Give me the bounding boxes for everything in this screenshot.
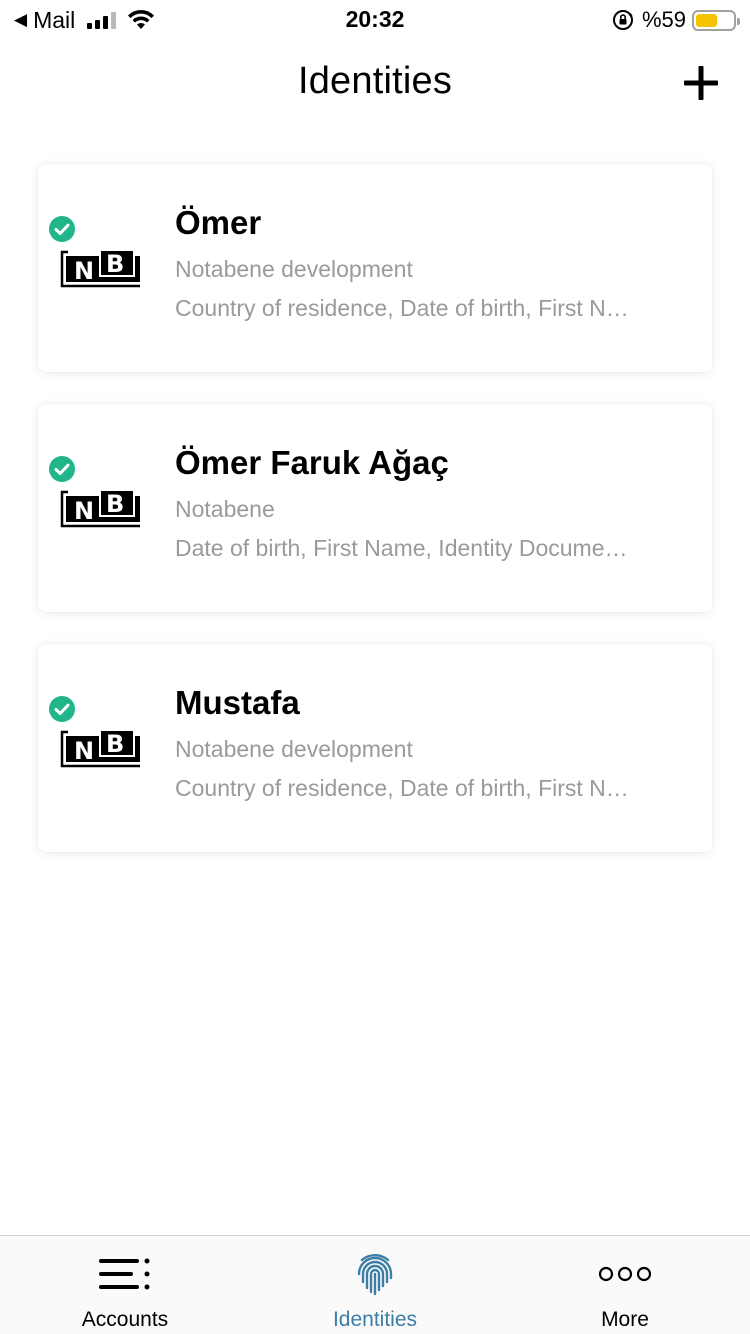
- page-title: Identities: [297, 60, 453, 102]
- add-identity-button[interactable]: [682, 64, 720, 102]
- status-bar-right: %59: [612, 6, 740, 34]
- rotation-lock-icon: [612, 10, 633, 30]
- verified-check-icon: [49, 696, 75, 722]
- plus-icon: [684, 66, 718, 100]
- svg-text:N: N: [74, 257, 94, 285]
- notabene-logo: N B: [60, 249, 140, 288]
- tab-label: Identities: [332, 1308, 418, 1331]
- battery-icon: [692, 9, 740, 31]
- svg-text:N: N: [74, 497, 94, 525]
- identity-organization: Notabene: [175, 496, 275, 522]
- battery-level: [696, 13, 718, 27]
- svg-text:B: B: [106, 730, 124, 758]
- tab-label: Accounts: [81, 1308, 169, 1331]
- identity-name: Mustafa: [175, 684, 300, 721]
- svg-text:B: B: [106, 250, 124, 278]
- identity-organization: Notabene development: [175, 256, 413, 282]
- identity-card[interactable]: N B Ömer Notabene development Country of…: [38, 164, 712, 372]
- identity-organization: Notabene development: [175, 736, 413, 762]
- notabene-logo: N B: [60, 489, 140, 528]
- fingerprint-icon: [357, 1254, 393, 1296]
- svg-text:B: B: [106, 490, 124, 518]
- svg-text:N: N: [74, 737, 94, 765]
- identity-attributes: Country of residence, Date of birth, Fir…: [175, 775, 629, 801]
- identity-card[interactable]: N B Mustafa Notabene development Country…: [38, 644, 712, 852]
- verified-check-icon: [49, 216, 75, 242]
- verified-check-icon: [49, 456, 75, 482]
- battery-percentage: %59: [641, 7, 686, 32]
- identity-name: Ömer Faruk Ağaç: [175, 444, 449, 481]
- tab-identities[interactable]: Identities: [250, 1236, 500, 1334]
- accounts-list-icon: [99, 1258, 150, 1290]
- notabene-logo: N B: [60, 729, 140, 768]
- identity-attributes: Date of birth, First Name, Identity Docu…: [175, 535, 628, 561]
- identity-card[interactable]: N B Ömer Faruk Ağaç Notabene Date of bir…: [38, 404, 712, 612]
- tab-accounts[interactable]: Accounts: [0, 1236, 250, 1334]
- tab-more[interactable]: More: [500, 1236, 750, 1334]
- more-dots-icon: [598, 1266, 652, 1282]
- identity-name: Ömer: [175, 204, 262, 241]
- identity-attributes: Country of residence, Date of birth, Fir…: [175, 295, 629, 321]
- tab-label: More: [601, 1308, 649, 1331]
- tab-bar: Accounts Identities More: [0, 1235, 750, 1334]
- status-bar: ◀ Mail 20:32 %59: [0, 0, 750, 40]
